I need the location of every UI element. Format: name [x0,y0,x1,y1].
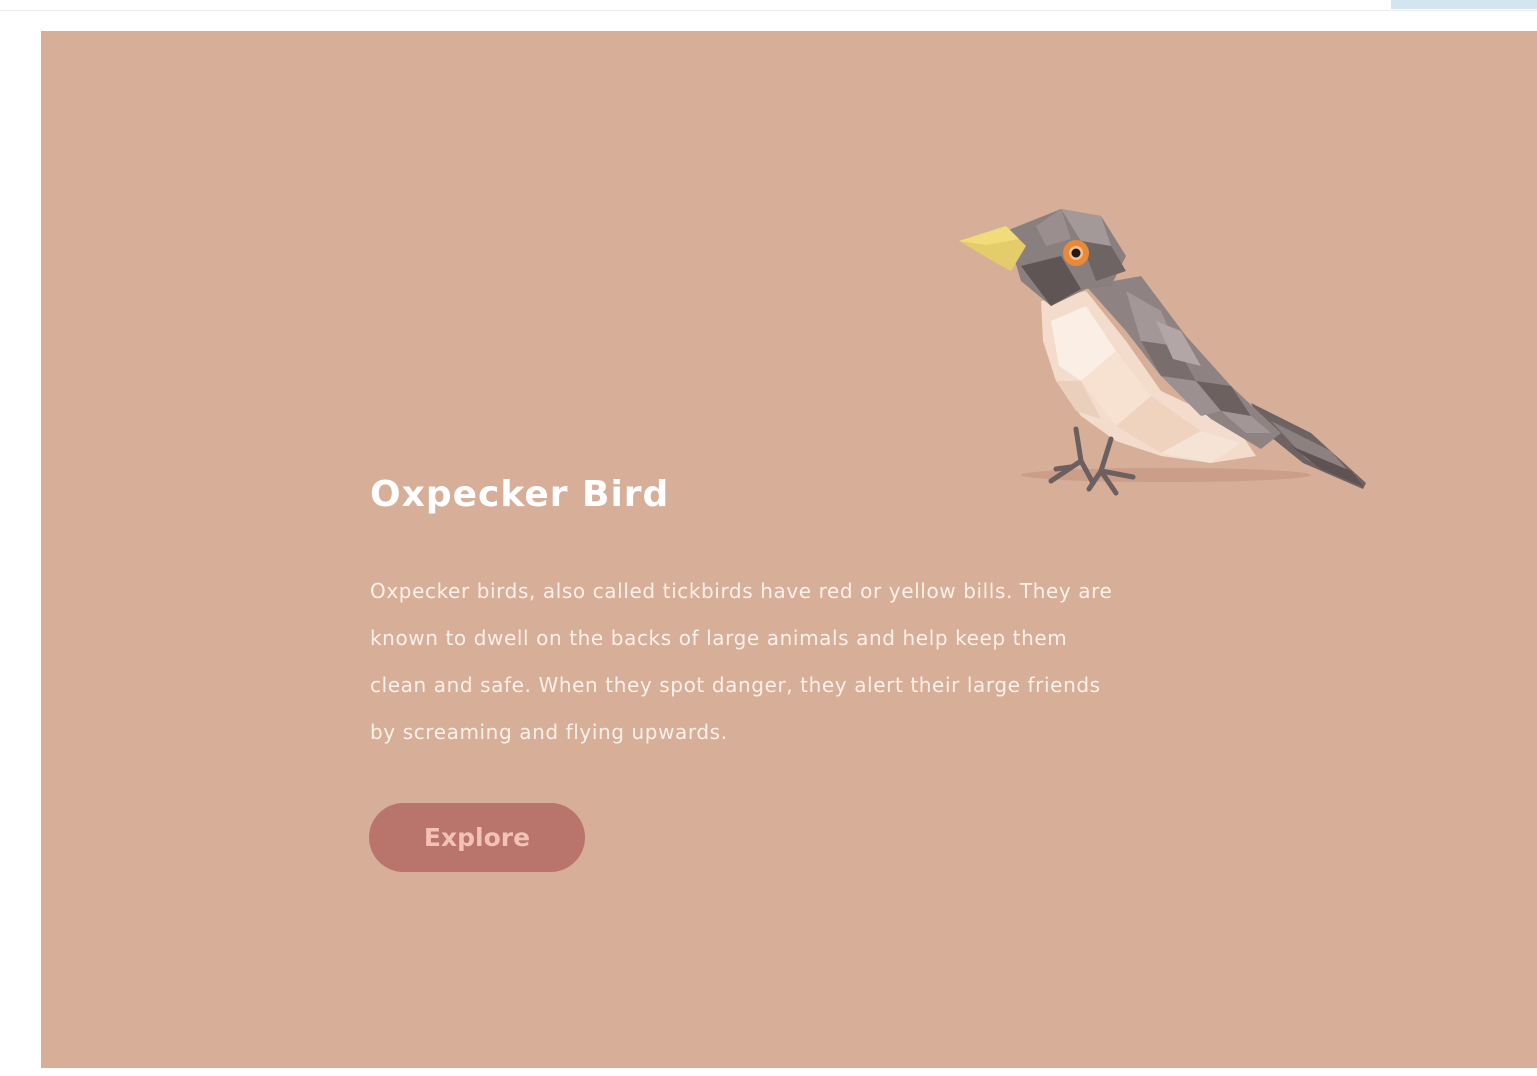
description-text: Oxpecker birds, also called tickbirds ha… [370,579,1113,744]
page-title: Oxpecker Bird [370,474,670,515]
top-strip [0,0,1537,11]
oxpecker-bird-svg [959,209,1366,496]
top-right-tab[interactable] [1391,0,1537,9]
explore-button[interactable]: Explore [369,803,585,872]
hero-section: Oxpecker Bird Oxpecker birds, also calle… [41,31,1537,1068]
bird-illustration [911,171,1381,511]
